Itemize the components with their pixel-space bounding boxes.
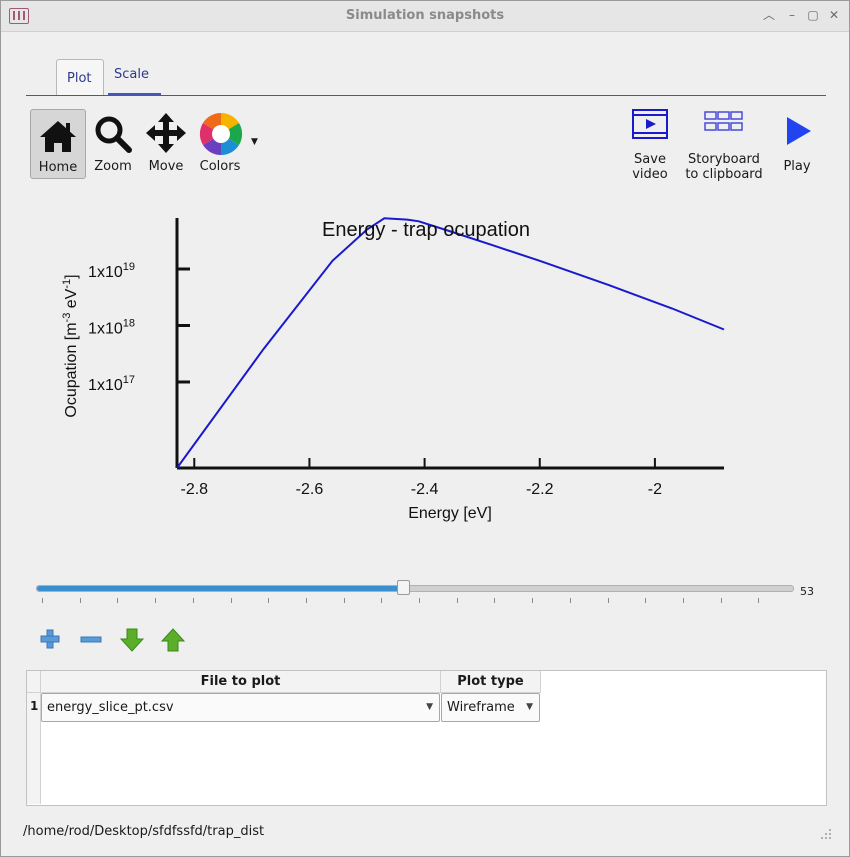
table-corner <box>27 671 41 693</box>
tab-divider <box>26 95 826 96</box>
chevron-down-icon[interactable]: ▼ <box>251 137 258 147</box>
slider-value: 53 <box>800 585 814 598</box>
plot-type-select[interactable]: Wireframe ▼ <box>441 693 540 722</box>
slider-tick <box>419 598 420 603</box>
move-down-button[interactable] <box>119 627 145 653</box>
colors-label: Colors <box>199 159 241 174</box>
y-axis-label-text: Ocupation [m-3 eV-1] <box>61 274 80 417</box>
arrow-down-icon <box>119 628 145 652</box>
slider-tick <box>42 598 43 603</box>
minus-icon <box>80 636 102 643</box>
row-number: 1 <box>30 699 39 713</box>
add-row-button[interactable] <box>38 627 64 653</box>
slider-ticks <box>36 598 796 604</box>
slider-tick <box>343 598 345 603</box>
move-button[interactable]: Move <box>141 109 191 177</box>
slider-tick <box>532 598 534 603</box>
color-wheel-icon <box>199 112 243 156</box>
chart-series <box>176 217 725 469</box>
zoom-button[interactable]: Zoom <box>88 109 138 177</box>
chart-svg: -2.8 -2.6 -2.4 -2.2 -2 1x1019 1x1018 1x1017 Ene… <box>61 217 725 522</box>
chart-title: Energy - trap ocupation <box>322 219 530 241</box>
zoom-label: Zoom <box>94 159 132 174</box>
home-icon <box>40 121 76 152</box>
main-window: Simulation snapshots ︿ – ▢ ✕ Plot Scale … <box>0 0 850 857</box>
remove-row-button[interactable] <box>79 627 105 653</box>
row-header: 1 <box>27 693 41 804</box>
arrow-up-icon <box>160 628 186 652</box>
save-video-label-2: video <box>632 167 668 182</box>
close-button[interactable]: ✕ <box>826 7 842 23</box>
move-label: Move <box>148 159 184 174</box>
slider-handle[interactable] <box>396 580 410 595</box>
x-axis-label: Energy [eV] <box>408 505 492 522</box>
play-icon <box>787 117 811 145</box>
slider-tick <box>607 598 609 603</box>
colors-button[interactable]: ▼ Colors <box>195 109 263 177</box>
slider-tick <box>645 598 647 603</box>
play-label: Play <box>783 159 811 174</box>
chart-axes: -2.8 -2.6 -2.4 -2.2 -2 1x1019 1x1018 1x1017 <box>88 218 724 498</box>
column-header-plot-type[interactable]: Plot type <box>441 671 541 693</box>
home-label: Home <box>38 160 78 175</box>
x-tick-label: -2 <box>648 481 662 498</box>
window-title: Simulation snapshots <box>345 8 505 23</box>
slider-tick <box>155 598 157 603</box>
move-up-button[interactable] <box>160 627 186 653</box>
slider-tick <box>720 598 722 603</box>
storyboard-button[interactable]: Storyboard to clipboard <box>681 109 767 182</box>
slider-tick <box>682 598 684 603</box>
minimize-button[interactable]: – <box>784 7 800 23</box>
y-tick-label: 1x1017 <box>88 374 135 394</box>
plus-icon <box>40 629 60 649</box>
slider-tick <box>192 598 194 603</box>
y-tick-label: 1x1018 <box>88 317 135 337</box>
slider-tick <box>305 598 307 603</box>
storyboard-label-2: to clipboard <box>685 167 763 182</box>
slider-tick <box>381 598 383 603</box>
status-path: /home/rod/Desktop/sfdfssfd/trap_dist <box>23 824 265 839</box>
tab-plot[interactable]: Plot <box>56 59 104 96</box>
home-button[interactable]: Home <box>30 109 86 179</box>
play-button[interactable]: Play <box>776 109 818 179</box>
save-video-button[interactable]: Save video <box>626 109 674 182</box>
slider-tick <box>79 598 81 603</box>
series-line <box>176 217 725 469</box>
column-header-file[interactable]: File to plot <box>41 671 441 693</box>
chart[interactable]: -2.8 -2.6 -2.4 -2.2 -2 1x1019 1x1018 1x1017 Ene… <box>56 206 736 526</box>
storyboard-label-1: Storyboard <box>688 152 760 167</box>
maximize-button[interactable]: ▢ <box>805 7 821 23</box>
move-icon <box>146 113 186 153</box>
slider-tick <box>456 598 458 603</box>
slider-tick <box>758 598 760 603</box>
slider-fill <box>37 586 403 591</box>
files-table: File to plot Plot type 1 energy_slice_pt… <box>26 670 827 806</box>
film-icon <box>632 109 668 139</box>
slider-tick <box>230 598 232 603</box>
title-bar: Simulation snapshots ︿ – ▢ ✕ <box>1 1 849 32</box>
storyboard-icon <box>704 111 743 131</box>
slider-tick <box>117 598 119 603</box>
save-video-label-1: Save <box>634 152 666 167</box>
x-tick-label: -2.6 <box>296 481 324 498</box>
chevron-down-icon: ▼ <box>426 702 433 712</box>
x-tick-label: -2.4 <box>411 481 439 498</box>
resize-grip-icon[interactable] <box>821 829 831 839</box>
y-tick-label: 1x1019 <box>88 261 135 281</box>
tab-scale[interactable]: Scale <box>104 59 161 95</box>
chevron-up-icon[interactable]: ︿ <box>761 7 777 23</box>
slider-tick <box>569 598 571 603</box>
zoom-icon <box>95 116 132 153</box>
slider-tick <box>268 598 270 603</box>
file-select-value: energy_slice_pt.csv <box>47 700 174 715</box>
y-axis-label: Ocupation [m-3 eV-1] <box>61 274 80 417</box>
snapshot-slider-track[interactable] <box>36 585 794 592</box>
plot-type-value: Wireframe <box>447 700 515 715</box>
x-tick-label: -2.8 <box>180 481 208 498</box>
x-tick-label: -2.2 <box>526 481 554 498</box>
file-select[interactable]: energy_slice_pt.csv ▼ <box>41 693 440 722</box>
chevron-down-icon: ▼ <box>526 702 533 712</box>
slider-tick <box>494 598 496 603</box>
